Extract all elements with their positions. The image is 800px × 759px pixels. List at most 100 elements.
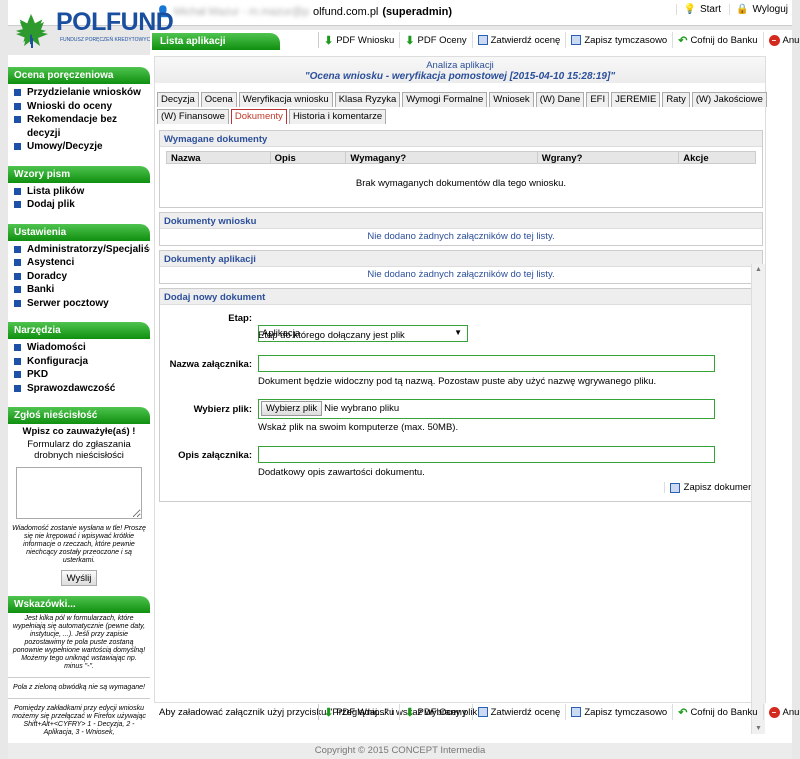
sidebar-item-serwer[interactable]: Serwer pocztowy — [14, 297, 150, 311]
save-icon — [571, 707, 582, 717]
sidebar-item-lista-plikow[interactable]: Lista plików — [14, 185, 150, 199]
file-input[interactable]: Wybierz plik Nie wybrano pliku — [258, 399, 715, 419]
pdf-wniosku-button[interactable]: ⬇ PDF Wniosku — [318, 32, 399, 48]
undo-icon: ↶ — [678, 706, 688, 719]
sidebar-item-przydzielanie[interactable]: Przydzielanie wniosków — [14, 86, 150, 100]
sidebar-item-rekomendacje[interactable]: Rekomendacje bez decyzji — [14, 113, 150, 140]
cofnij-button-bottom[interactable]: ↶ Cofnij do Banku — [672, 704, 762, 720]
application-docs-title: Dokumenty aplikacji — [160, 251, 762, 267]
sidebar-item-asystenci[interactable]: Asystenci — [14, 256, 150, 270]
col-wgrany[interactable]: Wgrany? — [538, 152, 680, 164]
content-subtitle: "Ocena wniosku - weryfikacja pomostowej … — [304, 71, 616, 82]
save-icon — [477, 35, 488, 45]
cofnij-button[interactable]: ↶ Cofnij do Banku — [672, 32, 762, 48]
zatwierdz-label: Zatwierdź ocenę — [490, 706, 561, 718]
desc-hint: Dodatkowy opis zawartości dokumentu. — [258, 467, 425, 478]
tab-raty[interactable]: Raty — [662, 92, 690, 107]
sidebar-item-konfiguracja[interactable]: Konfiguracja — [14, 355, 150, 369]
required-docs-empty: Brak wymaganych dokumentów dla tego wnio… — [355, 178, 567, 189]
col-akcje[interactable]: Akcje — [679, 152, 755, 164]
zatwierdz-button[interactable]: Zatwierdź ocenę — [471, 32, 566, 48]
scrollbar[interactable]: ▲ ▼ — [751, 264, 765, 734]
choose-file-button[interactable]: Wybierz plik — [261, 401, 323, 416]
report-line1: Wpisz co zauważyłe(aś) ! — [22, 426, 136, 437]
save-doc-button[interactable]: Zapisz dokument — [663, 482, 756, 493]
pdf-wniosku-label: PDF Wniosku — [336, 706, 395, 718]
start-link[interactable]: 💡 Start — [676, 4, 721, 15]
tab-dokumenty[interactable]: Dokumenty — [230, 109, 287, 124]
scroll-up-icon[interactable]: ▲ — [755, 266, 762, 273]
tab-w-dane[interactable]: (W) Dane — [535, 92, 585, 107]
required-docs-title: Wymagane dokumenty — [160, 131, 762, 147]
desc-label: Opis załącznika: — [178, 450, 252, 461]
zapisz-tymczasowo-label: Zapisz tymczasowo — [584, 706, 668, 718]
add-doc-panel: Dodaj nowy dokument Etap: Aplikacja ▼ Et… — [159, 288, 763, 502]
report-textarea[interactable] — [16, 467, 142, 519]
tab-w-jakościowe[interactable]: (W) Jakościowe — [691, 92, 767, 107]
col-nazwa[interactable]: Nazwa — [167, 152, 271, 164]
sidebar-item-umowy[interactable]: Umowy/Decyzje — [14, 140, 150, 154]
send-report-button[interactable]: Wyślij — [61, 570, 97, 586]
pdf-wniosku-button-bottom[interactable]: ⬇ PDF Wniosku — [318, 704, 399, 720]
save-icon — [571, 35, 582, 45]
tip-divider — [8, 698, 150, 699]
sidebar-list-narzedzia: Wiadomości Konfiguracja PKD Sprawozdawcz… — [8, 339, 150, 397]
content-header: Analiza aplikacji "Ocena wniosku - weryf… — [155, 57, 765, 83]
name-hint: Dokument będzie widoczny pod tą nazwą. P… — [258, 376, 657, 387]
add-doc-title: Dodaj nowy dokument — [160, 289, 762, 305]
anuluj-button[interactable]: –Anuluj — [762, 32, 800, 48]
app-docs-title: Dokumenty wniosku — [160, 213, 762, 229]
tab-wymogi-formalne[interactable]: Wymogi Formalne — [402, 92, 488, 107]
pdf-oceny-button[interactable]: ⬇ PDF Oceny — [399, 32, 471, 48]
anuluj-button-bottom[interactable]: –Anuluj — [762, 704, 800, 720]
pdf-oceny-label: PDF Oceny — [417, 706, 467, 718]
file-label: Wybierz plik: — [193, 404, 252, 415]
start-label: Start — [699, 4, 722, 15]
tab-ocena[interactable]: Ocena — [200, 92, 237, 107]
tab-weryfikacja-wniosku[interactable]: Weryfikacja wniosku — [238, 92, 333, 107]
sidebar-item-pkd[interactable]: PKD — [14, 368, 150, 382]
tip-3: Pomiędzy zakładkami przy edycji wniosku … — [12, 705, 146, 736]
name-input[interactable] — [258, 355, 715, 372]
download-icon: ⬇ — [405, 34, 415, 47]
report-note: Wiadomość zostanie wysłana w tle! Proszę… — [12, 525, 146, 564]
tabs: Decyzja Ocena Weryfikacja wniosku Klasa Ryz… — [155, 92, 767, 126]
tab-w-finansowe[interactable]: (W) Finansowe — [157, 109, 229, 124]
tip-divider — [8, 677, 150, 678]
sidebar-item-banki[interactable]: Banki — [14, 283, 150, 297]
tab-klasa-ryzyka[interactable]: Klasa Ryzyka — [334, 92, 401, 107]
tab-decyzja[interactable]: Decyzja — [157, 92, 199, 107]
required-docs-panel: Wymagane dokumenty Nazwa Opis Wymagany? … — [159, 130, 763, 208]
tip-1: Jest kilka pól w formularzach, które wyp… — [12, 615, 146, 670]
sidebar-item-administratorzy[interactable]: Administratorzy/Specjaliści — [14, 243, 150, 257]
tab-wniosek[interactable]: Wniosek — [489, 92, 534, 107]
copyright: Copyright © 2015 CONCEPT Intermedia — [8, 743, 792, 759]
etap-label: Etap: — [228, 313, 252, 324]
download-icon: ⬇ — [405, 706, 415, 719]
tab-historia-i-komentarze[interactable]: Historia i komentarze — [288, 109, 387, 124]
desc-input[interactable] — [258, 446, 715, 463]
save-icon — [669, 482, 680, 493]
download-icon: ⬇ — [324, 34, 334, 47]
lock-icon: 🔒 — [736, 4, 749, 15]
tab-efi[interactable]: EFI — [586, 92, 610, 107]
zapisz-tymczasowo-button-bottom[interactable]: Zapisz tymczasowo — [565, 704, 672, 720]
logout-link[interactable]: 🔒 Wyloguj — [729, 4, 788, 15]
pdf-oceny-button-bottom[interactable]: ⬇ PDF Oceny — [399, 704, 471, 720]
col-opis[interactable]: Opis — [271, 152, 347, 164]
zatwierdz-button-bottom[interactable]: Zatwierdź ocenę — [471, 704, 566, 720]
tab-jeremie[interactable]: JEREMIE — [611, 92, 661, 107]
sidebar-header-wskazowki: Wskazówki... — [8, 596, 150, 613]
sidebar-item-sprawozdawczosc[interactable]: Sprawozdawczość — [14, 382, 150, 396]
sidebar-item-dodaj-plik[interactable]: Dodaj plik — [14, 198, 150, 212]
col-wymagany[interactable]: Wymagany? — [346, 152, 538, 164]
user-email: olfund.com.pl — [312, 5, 379, 18]
report-line2: Formularz do zgłaszania drobnych nieścis… — [27, 439, 131, 461]
scroll-down-icon[interactable]: ▼ — [755, 725, 762, 732]
zatwierdz-label: Zatwierdź ocenę — [490, 34, 561, 46]
sidebar-item-wiadomosci[interactable]: Wiadomości — [14, 341, 150, 355]
sidebar-item-doradcy[interactable]: Doradcy — [14, 270, 150, 284]
sidebar-item-wnioski[interactable]: Wnioski do oceny — [14, 100, 150, 114]
sidebar-header-wzory: Wzory pism — [8, 165, 150, 183]
zapisz-tymczasowo-button[interactable]: Zapisz tymczasowo — [565, 32, 672, 48]
